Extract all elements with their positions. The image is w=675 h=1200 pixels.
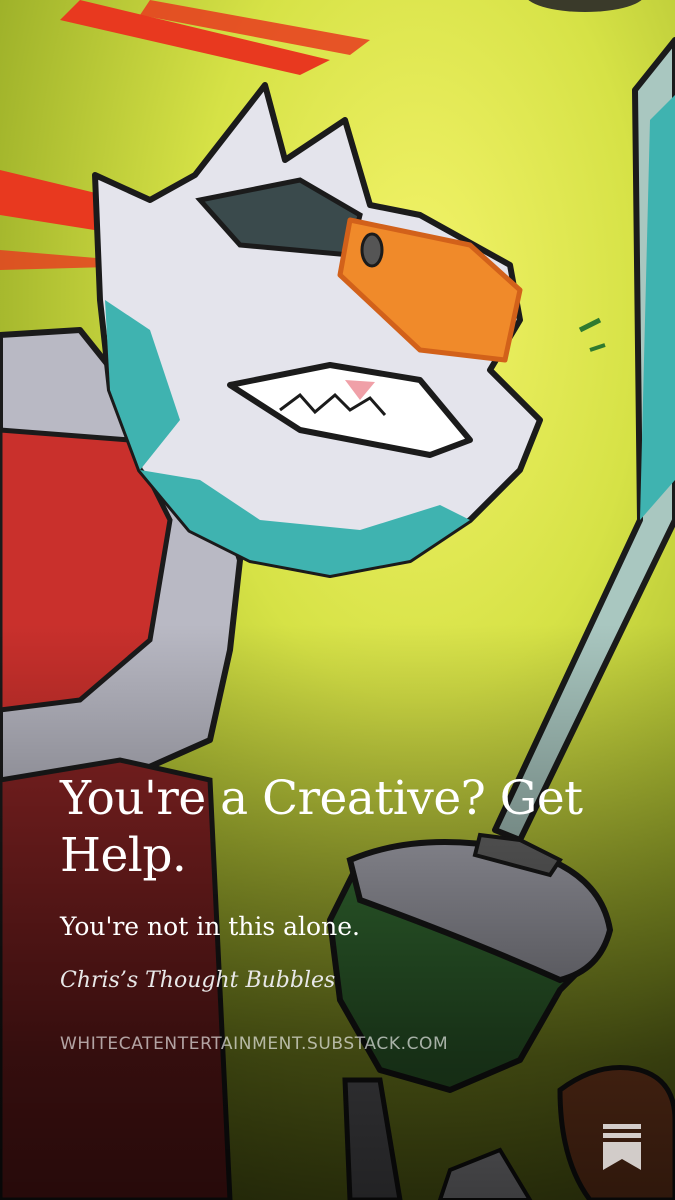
post-caption: You're a Creative? Get Help. You're not … [60,770,620,1054]
publication-name[interactable]: Chris’s Thought Bubbles [60,966,620,996]
publication-domain[interactable]: WHITECATENTERTAINMENT.SUBSTACK.COM [60,1034,620,1054]
substack-bookmark-icon[interactable] [603,1124,641,1170]
post-title[interactable]: You're a Creative? Get Help. [60,770,620,884]
post-subtitle: You're not in this alone. [60,912,360,941]
post-card[interactable]: You're a Creative? Get Help. You're not … [0,0,675,1200]
